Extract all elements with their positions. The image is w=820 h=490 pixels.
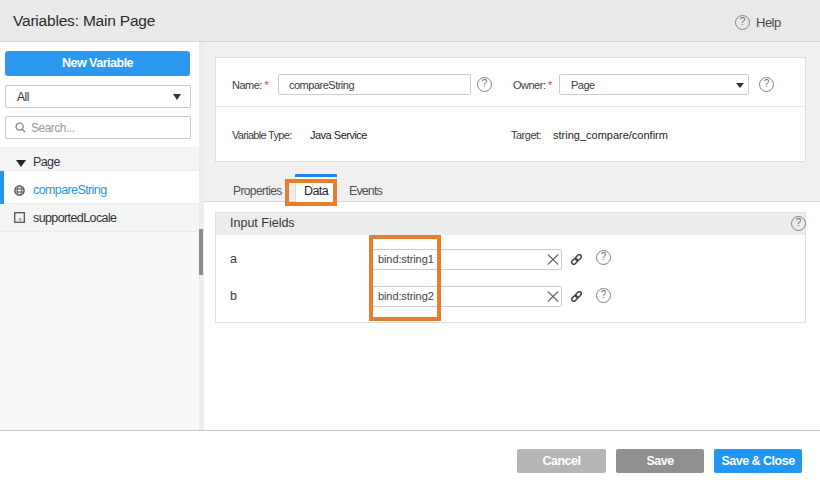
svg-text:x: x [19,216,22,222]
